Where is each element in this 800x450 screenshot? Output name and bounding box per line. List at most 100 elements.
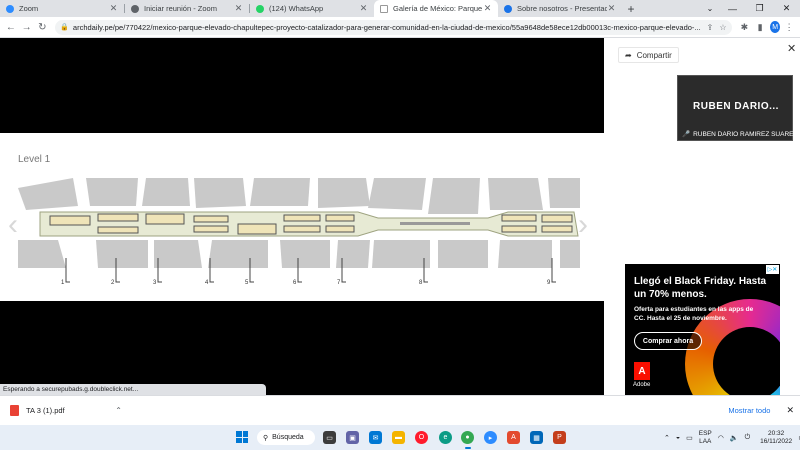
browser-window: Zoom ✕ Iniciar reunión - Zoom ✕ (124) Wh…: [0, 0, 800, 450]
edge-icon[interactable]: e: [439, 431, 452, 444]
volume-icon[interactable]: 🔈: [730, 434, 739, 442]
system-tray: ⌃ ◒ ▭ ESP LAA ◠ 🔈 ⏻ 20:32 16/11/2022 ▭: [664, 425, 800, 450]
clock[interactable]: 20:32 16/11/2022: [760, 430, 792, 446]
share-label: Compartir: [636, 50, 672, 60]
search-icon: ⚲: [263, 434, 269, 442]
tab-archdaily[interactable]: Galería de México: Parque Elevad ✕: [374, 0, 498, 17]
maximize-button[interactable]: ❐: [746, 0, 773, 17]
window-controls: ⌄ — ❐ ✕: [701, 0, 800, 17]
close-icon[interactable]: ✕: [109, 3, 118, 14]
close-icon[interactable]: ✕: [359, 3, 368, 14]
clock-date: 16/11/2022: [760, 437, 793, 445]
chevron-up-icon[interactable]: ⌃: [664, 434, 670, 442]
mail-icon[interactable]: ✉: [369, 431, 382, 444]
url-text[interactable]: archdaily.pe/pe/770422/mexico-parque-ele…: [73, 23, 701, 32]
tab-whatsapp[interactable]: (124) WhatsApp ✕: [250, 0, 374, 17]
back-button[interactable]: ←: [4, 19, 18, 35]
chevron-up-icon[interactable]: ⌃: [115, 406, 122, 415]
archdaily-icon: [380, 4, 388, 13]
star-icon[interactable]: ☆: [719, 23, 726, 32]
chevron-down-icon[interactable]: ⌄: [701, 0, 719, 17]
windows-taskbar: ⚲ Búsqueda ▭ ▣ ✉ ▬ O e ● ▸ A ▦ P ⌃ ◒ ▭ E…: [0, 425, 800, 450]
keyboard-layout: LAA: [699, 437, 712, 445]
new-tab-button[interactable]: +: [622, 0, 640, 17]
network-icon[interactable]: ◒: [676, 434, 680, 441]
zoom-icon: [6, 4, 14, 13]
participant-caption: 🎤 RUBEN DARIO RAMIREZ SUAREZ: [682, 130, 797, 138]
close-window-button[interactable]: ✕: [773, 0, 800, 17]
section-number: 1: [61, 280, 65, 286]
address-toolbar: ← → ↻ 🔒 archdaily.pe/pe/770422/mexico-pa…: [0, 17, 800, 38]
share-button[interactable]: ➦ Compartir: [618, 47, 679, 63]
close-icon[interactable]: ✕: [787, 42, 796, 55]
tab-sobre-nosotros[interactable]: Sobre nosotros - Presentación ✕: [498, 0, 622, 17]
close-download-bar-icon[interactable]: ✕: [786, 405, 794, 416]
tab-title: Zoom: [19, 4, 39, 13]
close-icon[interactable]: ✕: [483, 3, 492, 14]
close-icon[interactable]: ✕: [607, 3, 616, 14]
gallery-side-panel: ➦ Compartir ✕ RUBEN DARIO... 🎤 RUBEN DARI…: [604, 38, 800, 395]
ad-graphic-center: [713, 327, 780, 395]
download-file-name: TA 3 (1).pdf: [26, 406, 65, 415]
store-icon[interactable]: ▦: [530, 431, 543, 444]
section-number: 8: [419, 280, 423, 286]
taskbar-search-label: Búsqueda: [272, 434, 304, 441]
windows-start-icon[interactable]: [236, 431, 248, 443]
section-number: 7: [337, 280, 341, 286]
opera-icon[interactable]: O: [415, 431, 428, 444]
chevron-left-icon[interactable]: ‹: [8, 208, 18, 242]
sidebar-icon[interactable]: ▮: [753, 19, 767, 35]
ad-subtitle: Oferta para estudiantes en las apps de C…: [634, 306, 754, 322]
close-icon[interactable]: ✕: [234, 3, 243, 14]
ad-title: Llegó el Black Friday. Hasta un 70% meno…: [634, 276, 767, 300]
zoom-app-icon[interactable]: ▸: [484, 431, 497, 444]
site-plan-image: 1 2 3 4 5 6 7 8 9: [18, 178, 580, 286]
tab-title: Galería de México: Parque Elevad: [393, 4, 483, 13]
status-bubble: Esperando a securepubads.g.doubleclick.n…: [0, 384, 266, 395]
zoom-video-tile[interactable]: RUBEN DARIO... 🎤 RUBEN DARIO RAMIREZ SUAR…: [677, 75, 797, 141]
address-bar[interactable]: 🔒 archdaily.pe/pe/770422/mexico-parque-e…: [55, 19, 732, 35]
clock-time: 20:32: [768, 429, 785, 437]
extensions-icon[interactable]: ✱: [738, 19, 752, 35]
mic-muted-icon: 🎤: [682, 131, 691, 138]
forward-button[interactable]: →: [20, 19, 34, 35]
chrome-icon[interactable]: ●: [461, 431, 474, 444]
minimize-button[interactable]: —: [719, 0, 746, 17]
share-arrow-icon: ➦: [625, 50, 632, 60]
powerpoint-icon[interactable]: P: [553, 431, 566, 444]
section-number: 9: [547, 280, 551, 286]
ad-buy-button[interactable]: Comprar ahora: [634, 332, 702, 350]
section-number: 3: [153, 280, 157, 286]
show-all-downloads-link[interactable]: Mostrar todo: [728, 406, 770, 415]
power-icon[interactable]: ⏻: [745, 434, 751, 442]
share-icon[interactable]: ⇪: [707, 23, 714, 32]
gallery-backdrop-bottom: [0, 301, 604, 395]
gallery-backdrop-top: [0, 38, 604, 133]
chevron-right-icon[interactable]: ›: [578, 208, 588, 242]
tab-zoom[interactable]: Zoom ✕: [0, 0, 124, 17]
reload-button[interactable]: ↻: [35, 19, 49, 35]
file-explorer-icon[interactable]: ▬: [392, 431, 405, 444]
avatar[interactable]: M: [770, 21, 781, 33]
taskbar-search[interactable]: ⚲ Búsqueda: [257, 430, 315, 445]
menu-icon[interactable]: ⋮: [782, 19, 796, 35]
tab-title: (124) WhatsApp: [269, 4, 324, 13]
wifi-icon[interactable]: ◠: [718, 434, 724, 442]
language-indicator[interactable]: ESP LAA: [699, 430, 712, 446]
tab-iniciar-reunion[interactable]: Iniciar reunión - Zoom ✕: [125, 0, 249, 17]
battery-icon[interactable]: ▭: [686, 434, 693, 442]
lock-icon[interactable]: 🔒: [60, 23, 69, 31]
section-number: 4: [205, 280, 209, 286]
teams-icon[interactable]: ▣: [346, 431, 359, 444]
acrobat-icon[interactable]: A: [507, 431, 520, 444]
download-item[interactable]: TA 3 (1).pdf ⌃: [0, 405, 122, 416]
section-number: 2: [111, 280, 115, 286]
task-view-icon[interactable]: ▭: [323, 431, 336, 444]
level-label: Level 1: [18, 154, 51, 165]
advertisement[interactable]: ▷✕ Llegó el Black Friday. Hasta un 70% m…: [625, 264, 780, 395]
tab-title: Iniciar reunión - Zoom: [144, 4, 217, 13]
language-code: ESP: [698, 429, 712, 437]
ad-choices-icon[interactable]: ▷✕: [766, 265, 779, 274]
section-number: 6: [293, 280, 297, 286]
tab-strip: Zoom ✕ Iniciar reunión - Zoom ✕ (124) Wh…: [0, 0, 800, 17]
